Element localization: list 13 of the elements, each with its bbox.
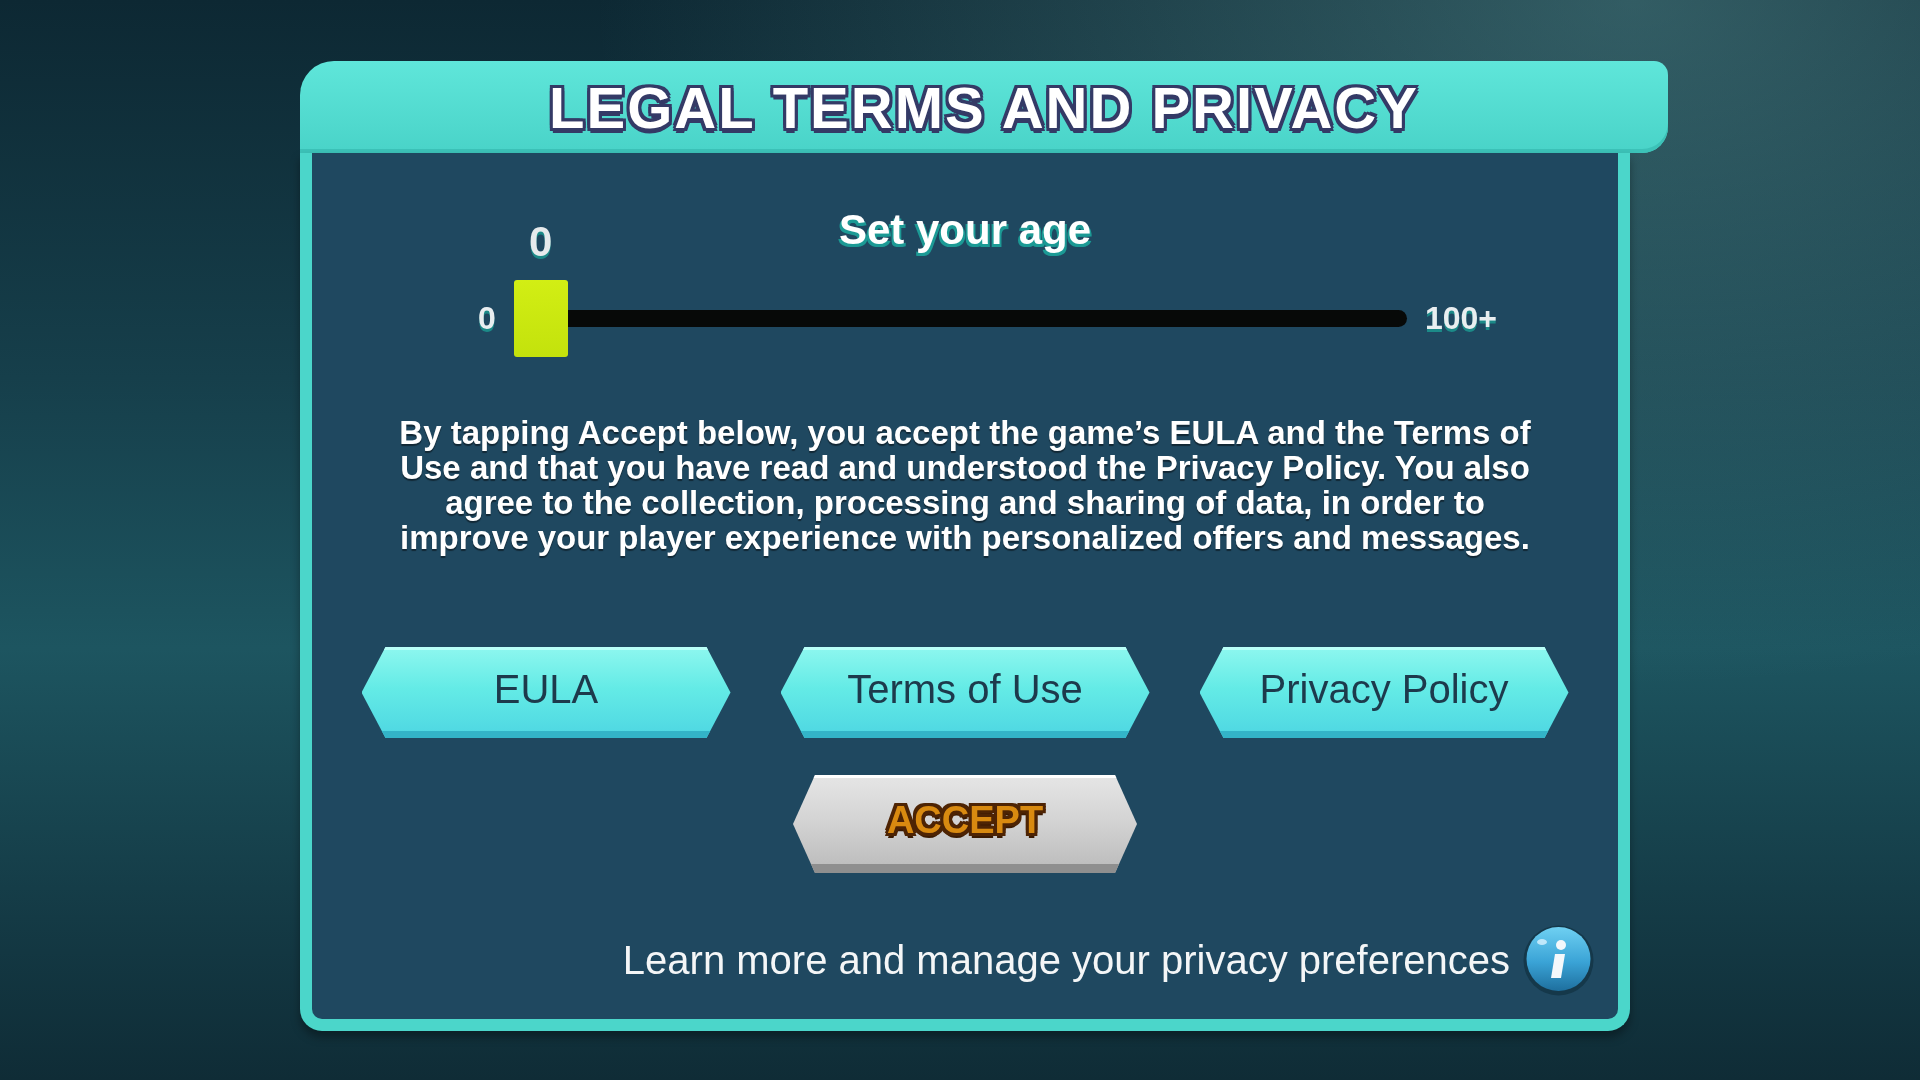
slider-track[interactable] (567, 310, 1407, 327)
slider-thumb[interactable] (513, 280, 568, 357)
document-button[interactable]: Privacy Policy (1199, 647, 1569, 738)
age-value: 0 (528, 218, 554, 266)
slider-min-label: 0 (478, 300, 496, 337)
slider-max-label: 100+ (1424, 300, 1497, 337)
document-button[interactable]: Terms of Use (780, 647, 1150, 738)
consent-text: By tapping Accept below, you accept the game’s EULA and the Terms of Use and that you have read and understood the Privacy Policy. You also agree to the collection, processing and sharing of data, in order to improve your player experience with personalized offers and messages. (398, 415, 1532, 555)
dialog-title: LEGAL TERMS AND PRIVACY (549, 73, 1419, 141)
privacy-preferences-text: Learn more and manage your privacy preferences (622, 938, 1510, 983)
age-heading: Set your age (838, 205, 1092, 255)
document-button[interactable]: EULA (361, 647, 731, 738)
info-icon[interactable] (1522, 924, 1595, 997)
